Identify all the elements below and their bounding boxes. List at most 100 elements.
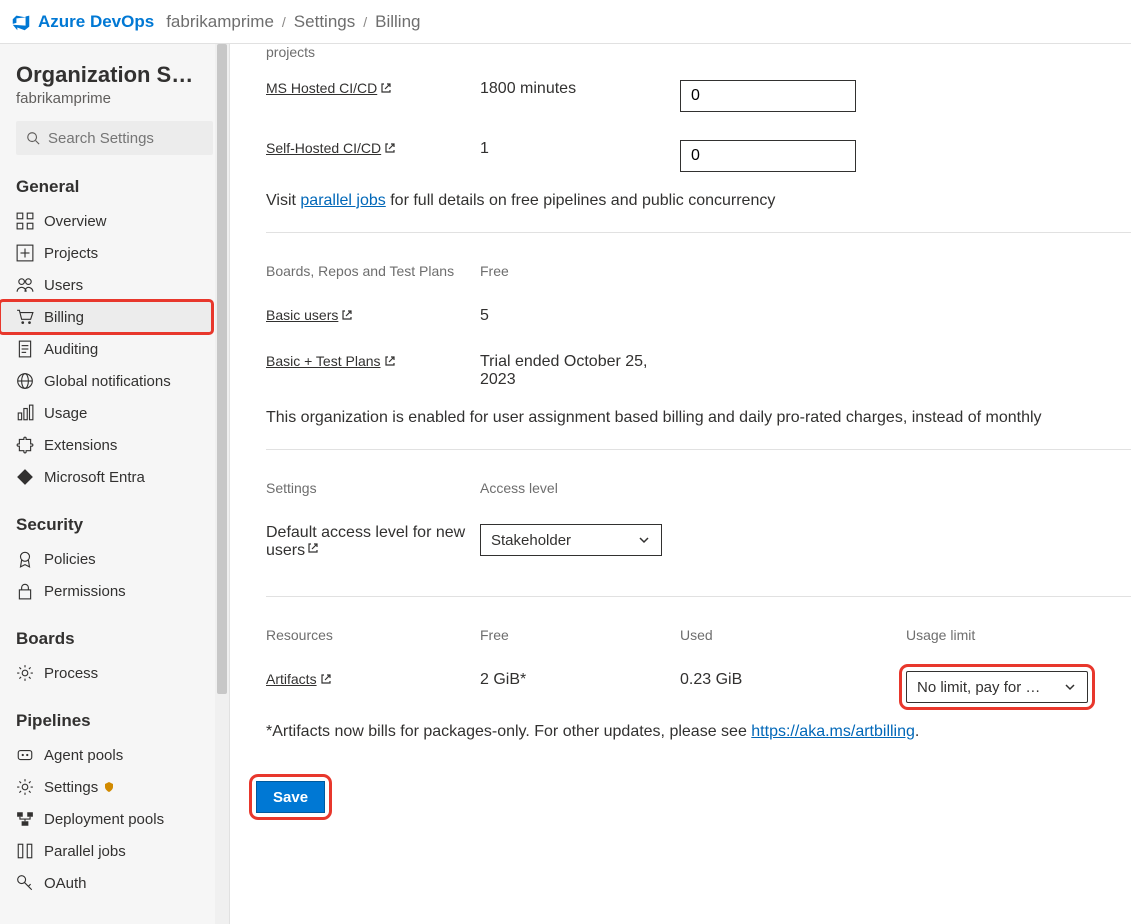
ms-hosted-link[interactable]: MS Hosted CI/CD [266, 80, 392, 96]
chevron-down-icon [1063, 680, 1077, 694]
sidebar-item-label: Projects [44, 245, 98, 262]
save-highlight: Save [256, 781, 325, 813]
sidebar-item-policies[interactable]: Policies [16, 543, 213, 575]
sidebar-item-agent-pools[interactable]: Agent pools [16, 739, 213, 771]
deployment-icon [16, 810, 34, 828]
grid-icon [16, 212, 34, 230]
self-hosted-free: 1 [480, 140, 680, 172]
scrollbar-thumb[interactable] [217, 44, 227, 694]
sidebar-item-permissions[interactable]: Permissions [16, 575, 213, 607]
sidebar-item-label: Process [44, 665, 98, 682]
parallel-jobs-link[interactable]: parallel jobs [300, 192, 385, 209]
artbilling-link[interactable]: https://aka.ms/artbilling [751, 723, 915, 740]
artifacts-used: 0.23 GiB [680, 671, 906, 703]
sidebar-item-label: Policies [44, 551, 96, 568]
sidebar-item-billing[interactable]: Billing [0, 301, 212, 333]
sidebar-item-label: Deployment pools [44, 811, 164, 828]
sidebar-item-label: Extensions [44, 437, 117, 454]
sidebar-item-users[interactable]: Users [16, 269, 213, 301]
save-button[interactable]: Save [256, 781, 325, 813]
sidebar-item-deployment-pools[interactable]: Deployment pools [16, 803, 213, 835]
section-boards: Boards [16, 629, 213, 649]
org-name: fabrikamprime [16, 90, 213, 107]
plans-footer: This organization is enabled for user as… [266, 403, 1131, 449]
resources-header: Resources Free Used Usage limit [266, 597, 1131, 657]
self-hosted-link[interactable]: Self-Hosted CI/CD [266, 140, 396, 156]
self-hosted-paid-input[interactable] [680, 140, 856, 172]
artifacts-free: 2 GiB* [480, 671, 680, 703]
basic-test-free: Trial ended October 25, 2023 [480, 353, 680, 389]
ms-hosted-free: 1800 minutes [480, 80, 680, 112]
badge-icon [16, 550, 34, 568]
sidebar-item-label: Microsoft Entra [44, 469, 145, 486]
sidebar-item-global-notifications[interactable]: Global notifications [16, 365, 213, 397]
sidebar-item-projects[interactable]: Projects [16, 237, 213, 269]
sidebar-item-overview[interactable]: Overview [16, 205, 213, 237]
pipelines-footer: Visit parallel jobs for full details on … [266, 186, 1131, 232]
sidebar-item-label: Parallel jobs [44, 843, 126, 860]
gear-icon [16, 664, 34, 682]
sidebar-item-usage[interactable]: Usage [16, 397, 213, 429]
row-ms-hosted: MS Hosted CI/CD 1800 minutes [266, 66, 1131, 126]
basic-users-link[interactable]: Basic users [266, 307, 353, 323]
gear-icon [16, 778, 34, 796]
basic-users-free: 5 [480, 307, 680, 325]
brand-label[interactable]: Azure DevOps [38, 12, 154, 32]
breadcrumb-sep: / [282, 14, 286, 30]
ms-hosted-paid-input[interactable] [680, 80, 856, 112]
sidebar-item-microsoft-entra[interactable]: Microsoft Entra [16, 461, 213, 493]
sidebar-item-label: OAuth [44, 875, 87, 892]
sidebar-item-label: Permissions [44, 583, 126, 600]
external-link-icon [384, 355, 396, 367]
breadcrumb-org[interactable]: fabrikamprime [166, 12, 274, 32]
search-icon [26, 130, 40, 146]
search-settings[interactable] [16, 121, 213, 155]
users-icon [16, 276, 34, 294]
key-icon [16, 874, 34, 892]
external-link-icon [384, 142, 396, 154]
sidebar-item-settings[interactable]: Settings [16, 771, 213, 803]
page-title: Organization S… [16, 62, 206, 88]
parallel-icon [16, 842, 34, 860]
sidebar-item-label: Overview [44, 213, 107, 230]
breadcrumb-billing[interactable]: Billing [375, 12, 420, 32]
sidebar-item-label: Global notifications [44, 373, 171, 390]
sidebar-item-label: Billing [44, 309, 84, 326]
cart-icon [16, 308, 34, 326]
topbar: Azure DevOps fabrikamprime / Settings / … [0, 0, 1131, 44]
default-access-select[interactable]: Stakeholder [480, 524, 662, 556]
search-input[interactable] [48, 130, 203, 147]
external-link-icon [380, 82, 392, 94]
section-general: General [16, 177, 213, 197]
sidebar-item-label: Usage [44, 405, 87, 422]
plans-header: Boards, Repos and Test Plans Free [266, 233, 1131, 293]
lock-icon [16, 582, 34, 600]
sidebar-item-extensions[interactable]: Extensions [16, 429, 213, 461]
sidebar: Organization S… fabrikamprime General Ov… [0, 44, 230, 924]
row-self-hosted: Self-Hosted CI/CD 1 [266, 126, 1131, 186]
settings-header: Settings Access level [266, 450, 1131, 510]
row-default-access: Default access level for new users Stake… [266, 510, 1131, 596]
sidebar-item-label: Agent pools [44, 747, 123, 764]
chevron-down-icon [637, 533, 651, 547]
sidebar-item-label: Auditing [44, 341, 98, 358]
plus-box-icon [16, 244, 34, 262]
sidebar-item-auditing[interactable]: Auditing [16, 333, 213, 365]
external-link-icon [307, 542, 319, 554]
row-artifacts: Artifacts 2 GiB* 0.23 GiB No limit, pay … [266, 657, 1131, 717]
sidebar-scrollbar[interactable] [215, 44, 229, 924]
sidebar-item-oauth[interactable]: OAuth [16, 867, 213, 899]
sidebar-item-process[interactable]: Process [16, 657, 213, 689]
entra-icon [16, 468, 34, 486]
external-link-icon [320, 673, 332, 685]
sidebar-item-label: Settings [44, 779, 98, 796]
artifacts-usage-limit-select[interactable]: No limit, pay for … [906, 671, 1088, 703]
section-pipelines: Pipelines [16, 711, 213, 731]
basic-test-plans-link[interactable]: Basic + Test Plans [266, 353, 396, 369]
breadcrumb-settings[interactable]: Settings [294, 12, 355, 32]
row-basic-test-plans: Basic + Test Plans Trial ended October 2… [266, 339, 1131, 403]
sidebar-item-parallel-jobs[interactable]: Parallel jobs [16, 835, 213, 867]
artifacts-link[interactable]: Artifacts [266, 671, 332, 687]
row-basic-users: Basic users 5 [266, 293, 1131, 339]
puzzle-icon [16, 436, 34, 454]
